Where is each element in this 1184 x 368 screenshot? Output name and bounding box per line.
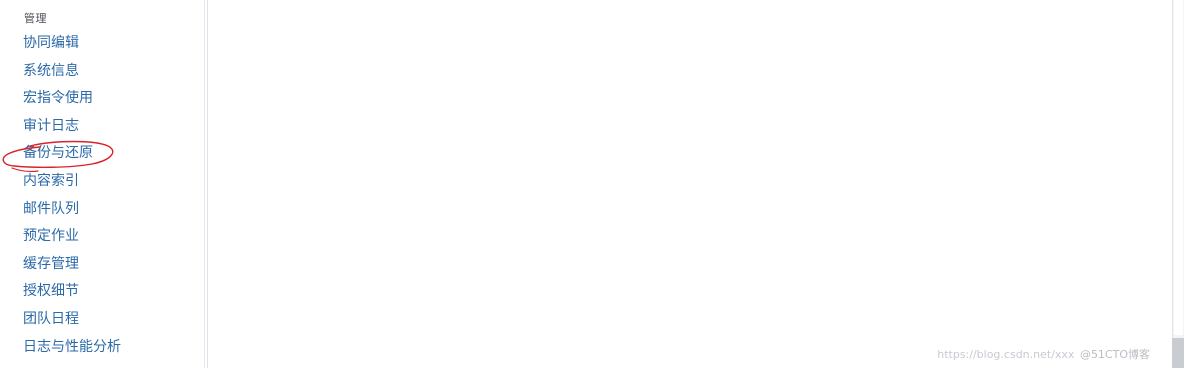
sidebar-item-audit-log[interactable]: 审计日志	[0, 113, 121, 141]
sidebar-item-mail-queue[interactable]: 邮件队列	[0, 196, 121, 224]
sidebar-item-backup-restore[interactable]: 备份与还原	[0, 140, 121, 168]
watermark-url: https://blog.csdn.net/xxx	[937, 348, 1075, 361]
sidebar-section-heading: 管理	[24, 12, 47, 25]
watermark: https://blog.csdn.net/xxx @51CTO博客	[937, 346, 1150, 362]
scrollbar-thumb[interactable]	[1172, 338, 1184, 368]
admin-page: 管理 协同编辑 系统信息 宏指令使用 审计日志 备份与还原 内容索引 邮件队列 …	[0, 0, 1184, 368]
sidebar-item-team-calendars[interactable]: 团队日程	[0, 306, 121, 334]
sidebar-item-license-details[interactable]: 授权细节	[0, 278, 121, 306]
sidebar-item-collaborative-editing[interactable]: 协同编辑	[0, 30, 121, 58]
sidebar-nav-list: 协同编辑 系统信息 宏指令使用 审计日志 备份与还原 内容索引 邮件队列 预定作…	[0, 30, 121, 361]
sidebar-item-system-information[interactable]: 系统信息	[0, 58, 121, 86]
sidebar-item-content-indexing[interactable]: 内容索引	[0, 168, 121, 196]
scrollbar-track	[1174, 0, 1183, 335]
sidebar-item-logging-profiling[interactable]: 日志与性能分析	[0, 334, 121, 362]
main-content-area	[208, 0, 1172, 368]
sidebar-item-scheduled-jobs[interactable]: 预定作业	[0, 223, 121, 251]
admin-sidebar: 管理 协同编辑 系统信息 宏指令使用 审计日志 备份与还原 内容索引 邮件队列 …	[0, 0, 205, 368]
sidebar-item-macro-usage[interactable]: 宏指令使用	[0, 85, 121, 113]
vertical-scrollbar[interactable]	[1172, 0, 1184, 368]
watermark-brand: @51CTO博客	[1079, 348, 1150, 361]
sidebar-item-cache-management[interactable]: 缓存管理	[0, 251, 121, 279]
